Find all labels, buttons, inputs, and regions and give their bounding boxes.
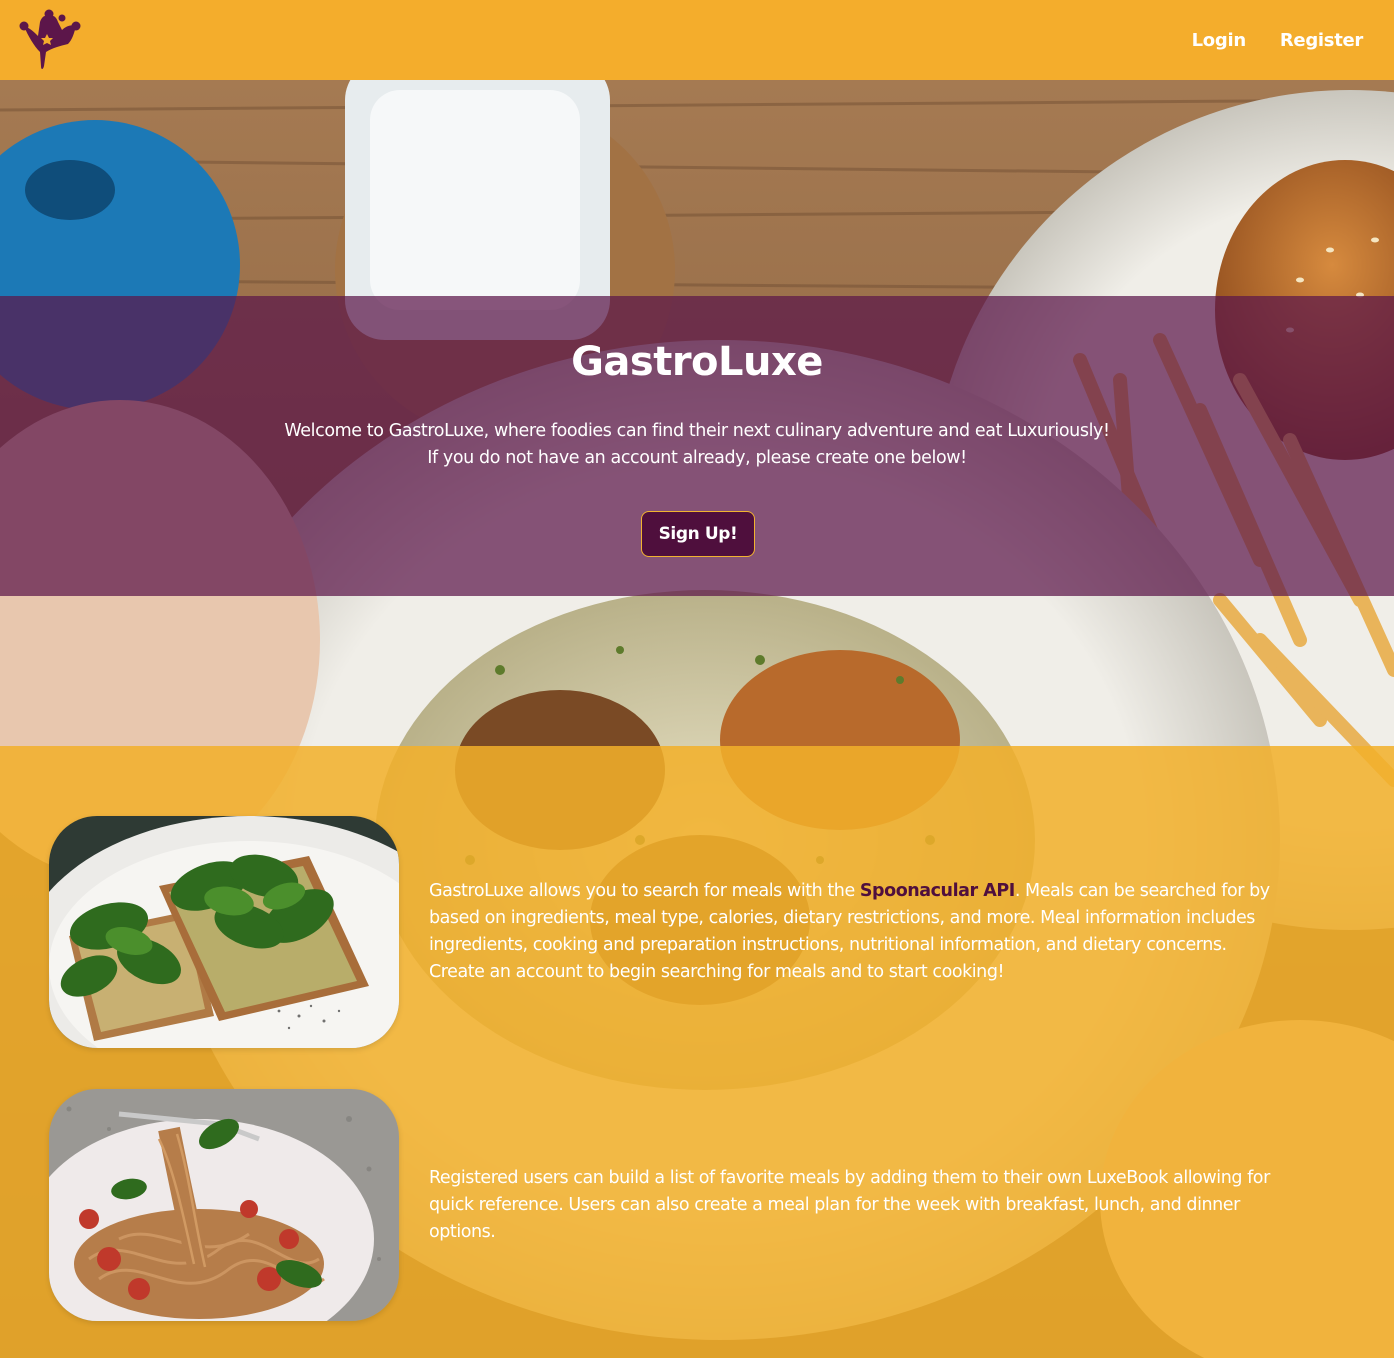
spoonacular-api-link[interactable]: Spoonacular API bbox=[860, 881, 1015, 901]
login-link[interactable]: Login bbox=[1192, 30, 1247, 51]
feature-luxebook-description: Registered users can build a list of fav… bbox=[429, 1165, 1339, 1246]
avocado-toast-photo bbox=[49, 816, 399, 1048]
feature-text-line: quick reference. Users can also create a… bbox=[429, 1195, 1240, 1215]
feature-text-line: options. bbox=[429, 1222, 496, 1242]
sign-up-button[interactable]: Sign Up! bbox=[641, 511, 755, 557]
hero-text-line: Welcome to GastroLuxe, where foodies can… bbox=[284, 421, 1110, 441]
feature-text-line: based on ingredients, meal type, calorie… bbox=[429, 908, 1255, 928]
feature-text-segment: GastroLuxe allows you to search for meal… bbox=[429, 881, 860, 901]
hero-welcome-text: Welcome to GastroLuxe, where foodies can… bbox=[0, 418, 1394, 472]
feature-text-line: ingredients, cooking and preparation ins… bbox=[429, 935, 1227, 955]
hero-text-line: If you do not have an account already, p… bbox=[427, 448, 967, 468]
navbar: Login Register bbox=[0, 0, 1394, 80]
jester-hat-logo-icon[interactable] bbox=[16, 6, 82, 72]
feature-text-segment: . Meals can be searched for by bbox=[1014, 881, 1270, 901]
feature-search-description: GastroLuxe allows you to search for meal… bbox=[429, 878, 1339, 986]
feature-text-line: Registered users can build a list of fav… bbox=[429, 1168, 1270, 1188]
register-link[interactable]: Register bbox=[1280, 30, 1363, 51]
hero-title: GastroLuxe bbox=[571, 339, 823, 385]
feature-text-line: Create an account to begin searching for… bbox=[429, 962, 1005, 982]
features-section: GastroLuxe allows you to search for meal… bbox=[0, 746, 1394, 1358]
spaghetti-photo bbox=[49, 1089, 399, 1321]
nav-links: Login Register bbox=[1192, 0, 1364, 80]
